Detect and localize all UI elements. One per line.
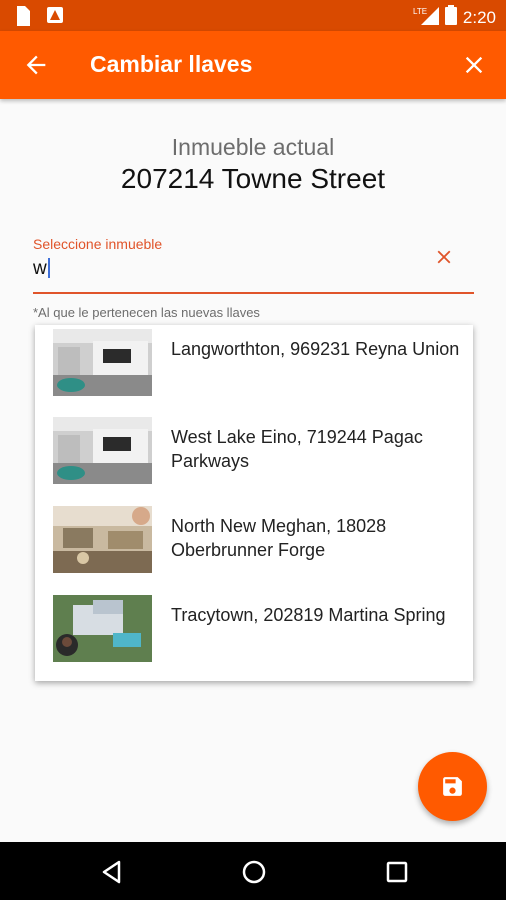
current-property-value: 207214 Towne Street [120, 163, 386, 194]
status-time: 2:20 [462, 7, 496, 27]
save-button[interactable] [418, 752, 487, 821]
suggestion-text: West Lake Eino, 719244 Pagac Parkways [171, 427, 423, 471]
svg-text:LTE: LTE [413, 7, 427, 16]
property-select-label: Seleccione inmueble [33, 236, 163, 252]
suggestion-text: Tracytown, 202819 Martina Spring [171, 605, 446, 625]
alert-icon [46, 6, 64, 31]
property-search-input[interactable] [33, 256, 413, 282]
suggestion-text: North New Meghan, 18028 Oberbrunner Forg… [171, 516, 387, 560]
sim-card-icon [14, 6, 30, 31]
input-underline [33, 292, 474, 294]
recents-square-icon[interactable] [383, 858, 411, 886]
suggestions-dropdown: Langworthton, 969231 Reyna Union West La… [35, 325, 473, 681]
lounge-photo [53, 506, 152, 573]
battery-icon [444, 5, 457, 30]
suggestion-text: Langworthton, 969231 Reyna Union [171, 339, 460, 359]
close-icon[interactable] [460, 51, 488, 79]
living-room-photo [53, 329, 152, 396]
living-room-photo [53, 417, 152, 484]
home-circle-icon[interactable] [240, 858, 268, 886]
app-bar: Cambiar llaves [0, 31, 506, 99]
house-aerial-photo [53, 595, 152, 662]
clear-icon[interactable] [433, 246, 455, 268]
status-bar: LTE 2:20 [0, 0, 506, 31]
back-triangle-icon[interactable] [98, 858, 126, 886]
suggestion-item[interactable]: West Lake Eino, 719244 Pagac Parkways [35, 413, 473, 501]
system-nav-bar [0, 842, 506, 900]
suggestion-item[interactable]: Tracytown, 202819 Martina Spring [35, 591, 473, 679]
lte-signal-icon: LTE [413, 5, 439, 30]
page-title: Cambiar llaves [90, 51, 253, 77]
arrow-back-icon[interactable] [22, 51, 50, 79]
property-select-hint: *Al que le pertenecen las nuevas llaves [33, 305, 260, 320]
text-caret [48, 258, 50, 278]
current-property-label: Inmueble actual [171, 134, 335, 160]
suggestion-item[interactable]: Langworthton, 969231 Reyna Union [35, 325, 473, 413]
suggestion-item[interactable]: North New Meghan, 18028 Oberbrunner Forg… [35, 502, 473, 590]
